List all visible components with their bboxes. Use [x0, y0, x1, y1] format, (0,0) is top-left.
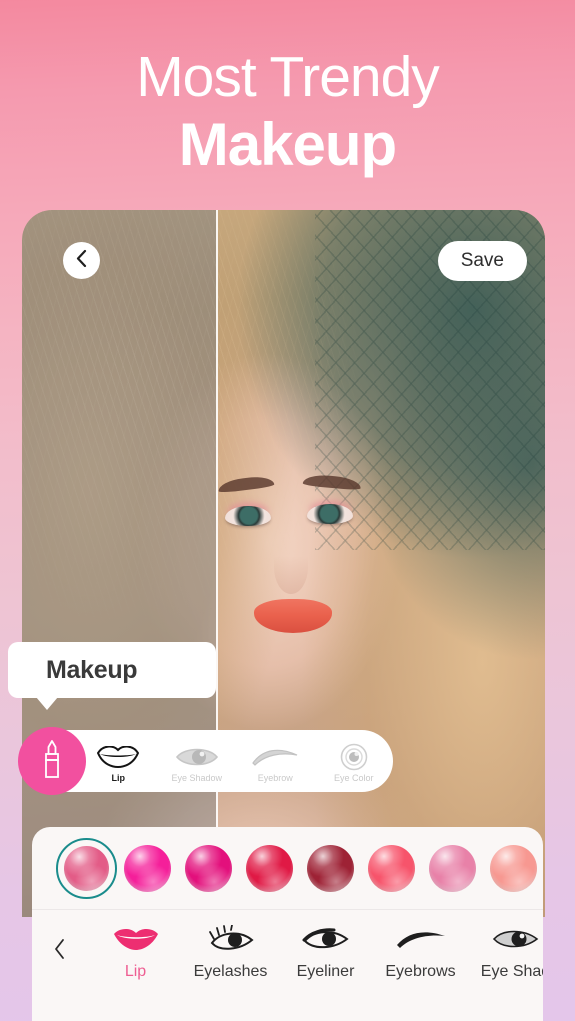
nav-item-lip[interactable]: Lip — [88, 922, 183, 981]
color-swatch-row[interactable] — [32, 827, 543, 909]
swatch-coral-pink[interactable] — [361, 838, 422, 899]
swatch-rose-pink[interactable] — [56, 837, 117, 899]
lips-icon — [97, 744, 140, 770]
tool-item-lip[interactable]: Lip — [79, 730, 158, 792]
photo-before-half — [22, 210, 216, 917]
swatch-hot-magenta[interactable] — [117, 838, 178, 899]
eyeliner-icon — [301, 922, 351, 956]
page-title: Most Trendy Makeup — [0, 48, 575, 175]
nav-item-eyelashes[interactable]: Eyelashes — [183, 922, 278, 981]
swatch-crimson-red[interactable] — [239, 838, 300, 899]
nav-label-eyebrows: Eyebrows — [385, 963, 456, 980]
makeup-options-panel: Lip Eyelashes Eyeliner Eyebrows Eye Sha — [32, 827, 543, 1021]
eye-shadow-icon — [175, 744, 219, 770]
tool-item-eye-color[interactable]: Eye Color — [315, 730, 394, 792]
tool-item-eye-shadow[interactable]: Eye Shadow — [158, 730, 237, 792]
nav-item-eyebrows[interactable]: Eyebrows — [373, 922, 468, 981]
makeup-callout-pointer — [36, 697, 58, 710]
nav-label-eyelashes: Eyelashes — [193, 963, 268, 980]
eyebrow-icon — [395, 922, 447, 956]
swatch-color — [64, 845, 109, 891]
chevron-left-icon — [53, 938, 67, 965]
lipstick-icon — [40, 739, 64, 784]
tool-label-lip: Lip — [111, 772, 126, 783]
lipstick-badge-button[interactable] — [18, 727, 86, 795]
swatch-color — [368, 844, 415, 892]
swatch-medium-pink[interactable] — [422, 838, 483, 899]
nav-back-button[interactable] — [32, 922, 88, 980]
nav-item-eye-shadow[interactable]: Eye Shad — [468, 922, 543, 981]
swatch-color — [429, 844, 476, 892]
makeup-callout: Makeup — [8, 642, 216, 698]
nav-label-eye-shadow: Eye Shad — [480, 963, 543, 980]
save-button[interactable]: Save — [437, 241, 527, 281]
nav-label-lip: Lip — [124, 963, 147, 980]
back-button[interactable] — [63, 242, 100, 279]
photo-after-half — [216, 210, 545, 917]
swatch-color — [246, 844, 293, 892]
lips-icon — [113, 922, 159, 956]
photo-preview-card[interactable] — [22, 210, 545, 917]
makeup-category-nav: Lip Eyelashes Eyeliner Eyebrows Eye Sha — [32, 910, 543, 1021]
nav-item-eyeliner[interactable]: Eyeliner — [278, 922, 373, 981]
eyelashes-icon — [206, 922, 256, 956]
swatch-wine-red[interactable] — [300, 838, 361, 899]
eyebrow-icon — [251, 744, 299, 770]
swatch-color — [490, 844, 537, 892]
headline-line-1: Most Trendy — [136, 45, 440, 109]
nav-label-eyeliner: Eyeliner — [296, 963, 355, 980]
swatch-color — [307, 844, 354, 892]
save-button-label: Save — [460, 250, 504, 271]
chevron-left-icon — [75, 249, 88, 273]
tool-item-eyebrow[interactable]: Eyebrow — [236, 730, 315, 792]
makeup-callout-label: Makeup — [46, 655, 138, 684]
tool-label-eyebrow: Eyebrow — [257, 772, 293, 783]
swatch-peach-pink[interactable] — [483, 838, 543, 899]
swatch-color — [185, 844, 232, 892]
eye-color-icon — [340, 743, 368, 770]
swatch-color — [124, 844, 171, 892]
tool-label-eye-shadow: Eye Shadow — [171, 772, 223, 783]
swatch-deep-magenta[interactable] — [178, 838, 239, 899]
headline-line-2: Makeup — [178, 111, 397, 179]
tool-label-eye-color: Eye Color — [333, 772, 374, 783]
promo-screen: Most Trendy Makeup Save Makeup Lip Eye S… — [0, 0, 575, 1021]
before-after-divider[interactable] — [216, 210, 218, 917]
makeup-tool-bar: Lip Eye Shadow Eyebrow Eye Color — [37, 730, 393, 792]
eye-shadow-icon — [491, 922, 541, 956]
